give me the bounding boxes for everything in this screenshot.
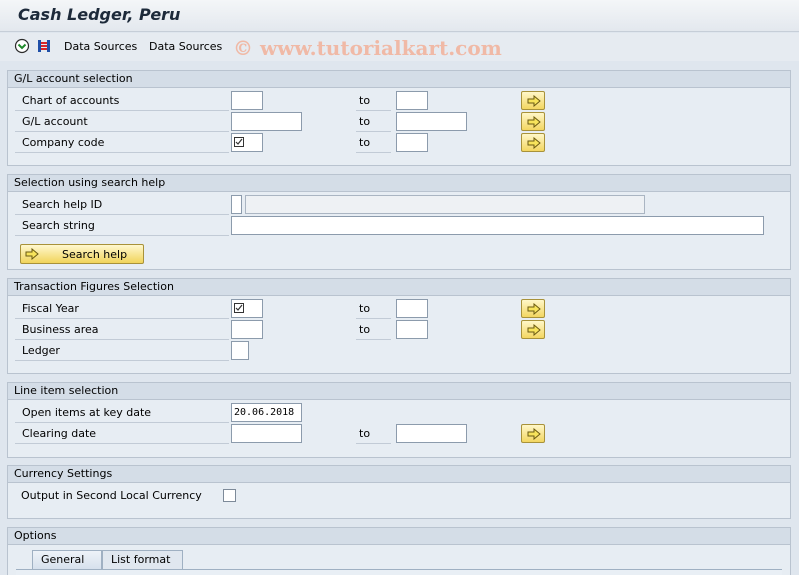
ledger-field[interactable] <box>231 341 249 360</box>
group-title: Options <box>8 528 790 545</box>
selection-options-icon[interactable] <box>36 38 52 54</box>
fiscal-year-to-field[interactable] <box>396 299 428 318</box>
group-title: Line item selection <box>8 383 790 400</box>
to-label: to <box>356 320 391 340</box>
open-items-key-date-field[interactable]: 20.06.2018 <box>231 403 302 422</box>
multiple-selection-button[interactable] <box>521 112 545 131</box>
ledger-label: Ledger <box>15 341 229 361</box>
to-label: to <box>356 133 391 153</box>
execute-icon[interactable] <box>14 38 30 54</box>
to-label: to <box>356 424 391 444</box>
required-check-icon <box>234 303 244 313</box>
group-title: Transaction Figures Selection <box>8 279 790 296</box>
group-title: Selection using search help <box>8 175 790 192</box>
group-title: G/L account selection <box>8 71 790 88</box>
clearing-date-label: Clearing date <box>15 424 229 444</box>
open-items-key-date-label: Open items at key date <box>15 403 229 423</box>
required-check-icon <box>234 137 244 147</box>
business-area-to-field[interactable] <box>396 320 428 339</box>
search-help-group: Selection using search help Search help … <box>7 174 791 270</box>
multiple-selection-button[interactable] <box>521 320 545 339</box>
gl-account-selection-group: G/L account selection Chart of accounts … <box>7 70 791 166</box>
chart-of-accounts-to-field[interactable] <box>396 91 428 110</box>
multiple-selection-button[interactable] <box>521 91 545 110</box>
line-item-selection-group: Line item selection Open items at key da… <box>7 382 791 458</box>
search-help-id-label: Search help ID <box>15 195 229 215</box>
multiple-selection-button[interactable] <box>521 133 545 152</box>
data-sources-button-2[interactable]: Data Sources <box>149 40 222 53</box>
currency-settings-group: Currency Settings Output in Second Local… <box>7 465 791 519</box>
options-group: Options General List format <box>7 527 791 575</box>
arrow-right-icon <box>527 303 541 315</box>
arrow-right-icon <box>527 116 541 128</box>
company-code-from-field[interactable] <box>231 133 263 152</box>
business-area-label: Business area <box>15 320 229 340</box>
search-help-button-label: Search help <box>62 248 128 261</box>
fiscal-year-from-field[interactable] <box>231 299 263 318</box>
output-second-local-currency-checkbox[interactable] <box>223 489 236 502</box>
search-string-label: Search string <box>15 216 229 236</box>
page-title: Cash Ledger, Peru <box>18 5 181 24</box>
arrow-right-icon <box>25 248 39 260</box>
multiple-selection-button[interactable] <box>521 299 545 318</box>
chart-of-accounts-from-field[interactable] <box>231 91 263 110</box>
output-second-local-currency-label: Output in Second Local Currency <box>21 489 202 502</box>
gl-account-to-field[interactable] <box>396 112 467 131</box>
search-help-button[interactable]: Search help <box>20 244 144 264</box>
arrow-right-icon <box>527 137 541 149</box>
watermark: © www.tutorialkart.com <box>233 36 502 60</box>
to-label: to <box>356 112 391 132</box>
chart-of-accounts-label: Chart of accounts <box>15 91 229 111</box>
search-help-description-field <box>245 195 645 214</box>
company-code-to-field[interactable] <box>396 133 428 152</box>
clearing-date-to-field[interactable] <box>396 424 467 443</box>
title-bar: Cash Ledger, Peru <box>0 0 799 32</box>
arrow-right-icon <box>527 428 541 440</box>
multiple-selection-button[interactable] <box>521 424 545 443</box>
gl-account-label: G/L account <box>15 112 229 132</box>
tab-general[interactable]: General <box>32 550 102 570</box>
clearing-date-from-field[interactable] <box>231 424 302 443</box>
to-label: to <box>356 299 391 319</box>
to-label: to <box>356 91 391 111</box>
fiscal-year-label: Fiscal Year <box>15 299 229 319</box>
tab-content-area <box>16 569 782 575</box>
gl-account-from-field[interactable] <box>231 112 302 131</box>
data-sources-button[interactable]: Data Sources <box>64 40 137 53</box>
transaction-figures-group: Transaction Figures Selection Fiscal Yea… <box>7 278 791 374</box>
tab-list-format[interactable]: List format <box>102 550 183 570</box>
group-title: Currency Settings <box>8 466 790 483</box>
arrow-right-icon <box>527 95 541 107</box>
arrow-right-icon <box>527 324 541 336</box>
company-code-label: Company code <box>15 133 229 153</box>
search-help-id-field[interactable] <box>231 195 242 214</box>
business-area-from-field[interactable] <box>231 320 263 339</box>
search-string-input[interactable] <box>231 216 764 235</box>
